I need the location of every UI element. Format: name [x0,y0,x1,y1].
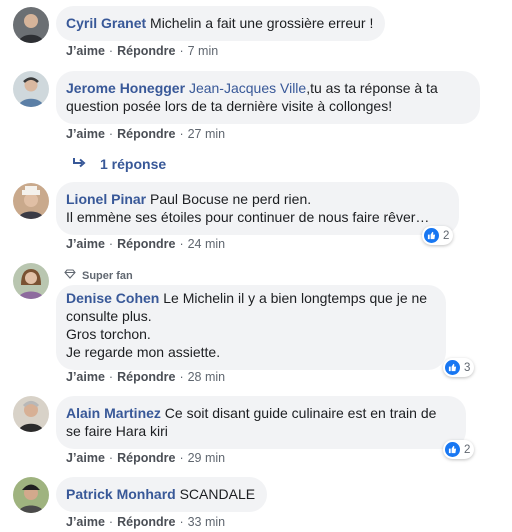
comment-time[interactable]: 7 min [188,44,219,58]
comment-text: ,tu as ta réponse à ta [306,80,438,96]
comment-time[interactable]: 33 min [188,515,226,529]
comment-author[interactable]: Denise Cohen [66,290,159,306]
avatar[interactable] [13,263,49,299]
avatar[interactable] [13,71,49,107]
comment-time[interactable]: 24 min [188,237,226,251]
comment-bubble: Patrick Monhard SCANDALE [56,477,268,512]
thumbs-up-icon [445,442,460,457]
comment-bubble: Alain Martinez Ce soit disant guide culi… [56,396,466,449]
comment-author[interactable]: Lionel Pinar [66,191,146,207]
comment-text: Michelin a fait une grossière erreur ! [150,15,374,31]
comment-text: question posée lors de ta dernière visit… [66,98,393,114]
comment-actions: J’aime · Répondre · 24 min [66,237,226,251]
comment-author[interactable]: Jerome Honegger [66,80,185,96]
reply-link[interactable]: Répondre [117,370,175,384]
diamond-icon [64,269,76,282]
replies-count[interactable]: 1 réponse [100,156,166,172]
comment-bubble: Denise Cohen Le Michelin il y a bien lon… [56,285,446,370]
thumbs-up-icon [424,228,439,243]
reply-link[interactable]: Répondre [117,451,175,465]
comment-text: se faire Hara kiri [66,423,168,439]
reaction-number: 3 [464,361,471,374]
comment-time[interactable]: 27 min [188,127,226,141]
reply-link[interactable]: Répondre [117,237,175,251]
like-link[interactable]: J’aime [66,237,105,251]
reaction-count[interactable]: 2 [443,440,475,459]
comment-time[interactable]: 29 min [188,451,226,465]
comment-text: SCANDALE [179,486,256,502]
comment-author[interactable]: Patrick Monhard [66,486,176,502]
comment-text: consulte plus. [66,308,152,324]
comment-actions: J’aime · Répondre · 33 min [66,515,226,529]
reply-link[interactable]: Répondre [117,127,175,141]
reaction-count[interactable]: 2 [422,226,454,245]
like-link[interactable]: J’aime [66,515,105,529]
avatar[interactable] [13,396,49,432]
comment-actions: J’aime · Répondre · 7 min [66,44,219,58]
reaction-count[interactable]: 3 [443,358,475,377]
comment-bubble: Lionel Pinar Paul Bocuse ne perd rien. I… [56,182,459,235]
comment-author[interactable]: Cyril Granet [66,15,146,31]
comment-bubble: Cyril Granet Michelin a fait une grossiè… [56,6,386,41]
comment-text: Paul Bocuse ne perd rien. [150,191,312,207]
comment-text: Gros torchon. [66,326,151,342]
comment-actions: J’aime · Répondre · 29 min [66,451,226,465]
thumbs-up-icon [445,360,460,375]
like-link[interactable]: J’aime [66,127,105,141]
reply-link[interactable]: Répondre [117,515,175,529]
comment-text: Je regarde mon assiette. [66,344,221,360]
view-replies-link[interactable]: 1 réponse [72,156,166,172]
comment-time[interactable]: 28 min [188,370,226,384]
comment-text: Ce soit disant guide culinaire est en tr… [164,405,437,421]
avatar[interactable] [13,7,49,43]
reply-arrow-icon [72,156,86,172]
reply-link[interactable]: Répondre [117,44,175,58]
comment-text: Le Michelin il y a bien longtemps que je… [163,290,428,306]
super-fan-badge: Super fan [64,269,133,282]
like-link[interactable]: J’aime [66,451,105,465]
comment-actions: J’aime · Répondre · 27 min [66,127,226,141]
comment-actions: J’aime · Répondre · 28 min [66,370,226,384]
avatar[interactable] [13,477,49,513]
avatar[interactable] [13,183,49,219]
comment-bubble: Jerome Honegger Jean-Jacques Ville,tu as… [56,71,480,124]
mention-link[interactable]: Jean-Jacques Ville [189,80,306,96]
like-link[interactable]: J’aime [66,370,105,384]
reaction-number: 2 [443,229,450,242]
badge-label: Super fan [82,269,133,282]
reaction-number: 2 [464,443,471,456]
like-link[interactable]: J’aime [66,44,105,58]
comment-author[interactable]: Alain Martinez [66,405,161,421]
comment-text: Il emmène ses étoiles pour continuer de … [66,209,430,225]
